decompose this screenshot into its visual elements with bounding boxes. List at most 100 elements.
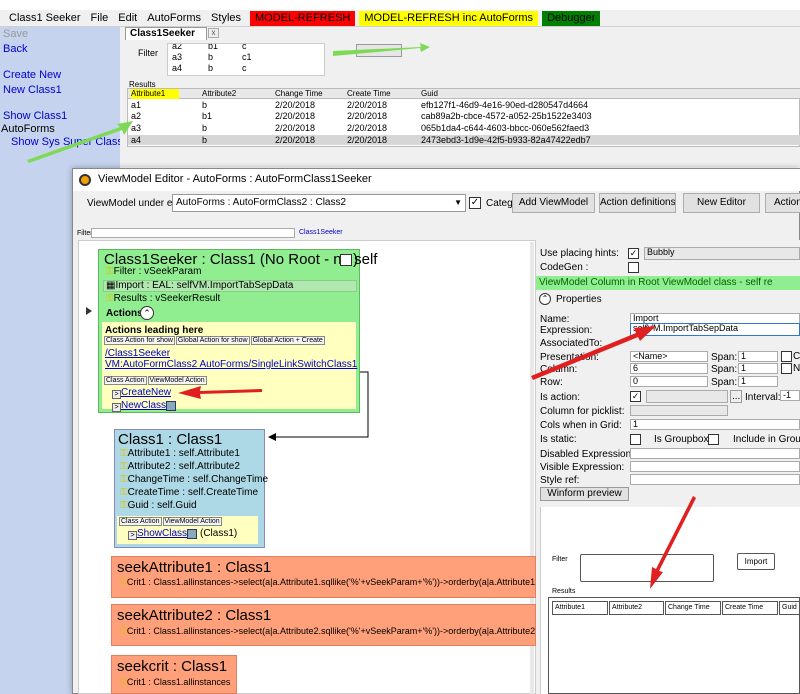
option-checkbox[interactable]	[781, 363, 792, 374]
span-input[interactable]: 1	[738, 363, 778, 374]
tab-class1seeker[interactable]: Class1Seeker	[125, 27, 207, 40]
placing-hints-checkbox[interactable]: ✓	[628, 248, 639, 259]
grid-header: Attribute1 Attribute2 Change Time Create…	[128, 89, 800, 99]
sidebar-show-class1[interactable]: Show Class1	[3, 110, 67, 122]
collapse-properties-icon[interactable]: ⌃	[539, 293, 551, 305]
span-input[interactable]: 1	[738, 351, 778, 362]
column-header[interactable]: Attribute1	[131, 89, 180, 99]
root-attr-filter[interactable]: ⚿Filter : vSeekParam	[106, 266, 201, 277]
class-action-for-show-button[interactable]: Class Action for show	[104, 336, 175, 345]
action-showclass1[interactable]: ShowClass1	[137, 528, 193, 539]
action-select[interactable]	[646, 390, 728, 403]
option-label: N	[793, 363, 800, 374]
table-row[interactable]: a1 b 2/20/2018 2/20/2018 efb127f1-46d9-4…	[128, 100, 800, 110]
is-groupbox-checkbox[interactable]	[708, 434, 719, 445]
menu-file[interactable]: File	[86, 11, 114, 26]
interval-input[interactable]: -1	[780, 390, 800, 401]
column-header[interactable]: Attribute2	[202, 89, 236, 99]
menu-class1-seeker[interactable]: Class1 Seeker	[4, 11, 86, 26]
self-checkbox[interactable]	[340, 254, 352, 266]
vm-under-edit-select[interactable]: AutoForms : AutoFormClass2 : Class2 ▼	[172, 194, 466, 212]
viewmodel-action-button[interactable]: ViewModel Action	[147, 376, 207, 385]
sidebar-create-new[interactable]: Create New	[3, 69, 61, 81]
style-ref-input[interactable]	[630, 474, 800, 485]
viewmodel-action-button[interactable]: ViewModel Action	[162, 517, 222, 526]
seekattribute1-crit[interactable]: ⚿Crit1 : Class1.allinstances->select(a|a…	[120, 577, 535, 588]
add-viewmodel-button[interactable]: Add ViewModel	[512, 193, 595, 213]
action-button[interactable]: Action	[765, 193, 800, 213]
span-input[interactable]: 1	[738, 376, 778, 387]
categ-checkbox[interactable]: ✓	[469, 197, 481, 209]
new-editor-button[interactable]: New Editor	[683, 193, 760, 213]
root-attr-results[interactable]: ⚿Results : vSeekerResult	[106, 293, 220, 304]
menu-autoforms[interactable]: AutoForms	[142, 11, 206, 26]
canvas-filter-input[interactable]	[91, 228, 295, 238]
column-header[interactable]: Guid	[421, 89, 438, 99]
action-newclass1[interactable]: NewClass1	[121, 400, 172, 411]
expression-input[interactable]: selfVM.ImportTabSepData	[630, 323, 800, 336]
class1-attr[interactable]: ⚿CreateTime : self.CreateTime	[120, 487, 258, 498]
menu-edit[interactable]: Edit	[113, 11, 142, 26]
expand-icon[interactable]: >	[112, 403, 121, 412]
model-refresh-inc-autoforms-button[interactable]: MODEL-REFRESH inc AutoForms	[359, 10, 539, 26]
link-class1seeker[interactable]: /Class1Seeker	[105, 348, 170, 359]
column-input[interactable]: 6	[630, 363, 708, 374]
winform-preview-button[interactable]: Winform preview	[540, 487, 629, 501]
root-attr-import[interactable]: ▦Import : EAL: selfVM.ImportTabSepData	[106, 280, 293, 291]
picklist-select[interactable]	[630, 405, 728, 416]
preview-filter-label: Filter	[552, 556, 568, 563]
class-action-button[interactable]: Class Action	[119, 517, 162, 526]
is-action-checkbox[interactable]: ✓	[630, 391, 641, 402]
menu-styles[interactable]: Styles	[206, 11, 246, 26]
seekcrit-crit[interactable]: ⚿Crit1 : Class1.allinstances	[120, 677, 230, 688]
global-action-for-show-button[interactable]: Global Action for show	[175, 336, 250, 345]
table-row-selected[interactable]: a4 b 2/20/2018 2/20/2018 2473ebd3-1d9e-4…	[128, 135, 800, 145]
preview-filter-box[interactable]	[580, 554, 714, 582]
sidebar-back[interactable]: Back	[3, 43, 27, 55]
debugger-button[interactable]: Debugger	[542, 10, 601, 26]
properties-label: Properties	[556, 294, 602, 305]
disabled-expression-input[interactable]	[630, 448, 800, 459]
table-row[interactable]: a2 b1 2/20/2018 2/20/2018 cab89a2b-cbce-…	[128, 111, 800, 121]
action-buttons-row: Class Action ViewModel Action	[104, 376, 208, 385]
action-definitions-button[interactable]: Action definitions	[599, 193, 676, 213]
viewmodel-icon[interactable]	[187, 529, 197, 539]
import-button[interactable]	[356, 44, 402, 57]
visible-expression-input[interactable]	[630, 461, 800, 472]
class-action-button[interactable]: Class Action	[104, 376, 147, 385]
table-row[interactable]: a3 b 2/20/2018 2/20/2018 065b1da4-c644-4…	[128, 123, 800, 133]
expand-icon[interactable]: >	[112, 390, 121, 399]
class1-attr[interactable]: ⚿ChangeTime : self.ChangeTime	[120, 474, 268, 485]
tab-close-icon[interactable]: x	[208, 28, 219, 38]
root-attr-results-text: Results : vSeekerResult	[113, 293, 221, 304]
filter-textarea[interactable]: a2 b1 c a3 b c1 a4 b c	[167, 43, 325, 76]
model-refresh-button[interactable]: MODEL-REFRESH	[250, 10, 356, 26]
presentation-input[interactable]: <Name>	[630, 351, 708, 362]
class1-attr[interactable]: ⚿Guid : self.Guid	[120, 500, 197, 511]
class1-attr[interactable]: ⚿Attribute2 : self.Attribute2	[120, 461, 240, 472]
action-createnew[interactable]: CreateNew	[121, 387, 171, 398]
class1-attr[interactable]: ⚿Attribute1 : self.Attribute1	[120, 448, 240, 459]
action-browse-button[interactable]: ...	[730, 390, 743, 403]
sidebar-save[interactable]: Save	[3, 28, 28, 40]
preview-import-button[interactable]: Import	[737, 553, 775, 570]
canvas-filter-link[interactable]: Class1Seeker	[299, 229, 343, 236]
viewmodel-icon[interactable]	[166, 401, 176, 411]
option-checkbox[interactable]	[781, 351, 792, 362]
global-action-create-button[interactable]: Global Action + Create	[250, 336, 325, 345]
cols-when-in-grid-input[interactable]: 1	[630, 419, 800, 430]
results-grid[interactable]: Attribute1 Attribute2 Change Time Create…	[127, 88, 800, 147]
sidebar-show-sys[interactable]: Show Sys Super Class	[11, 136, 123, 148]
seekattribute2-crit[interactable]: ⚿Crit1 : Class1.allinstances->select(a|a…	[120, 626, 535, 637]
expand-icon[interactable]: >	[128, 531, 137, 540]
sidebar-new-class1[interactable]: New Class1	[3, 84, 62, 96]
column-header[interactable]: Change Time	[275, 89, 323, 99]
vm-under-edit-label: ViewModel under edit:	[87, 198, 186, 209]
placing-hints-select[interactable]: Bubbly	[644, 247, 800, 260]
codegen-checkbox[interactable]	[628, 262, 639, 273]
row-input[interactable]: 0	[630, 376, 708, 387]
is-static-checkbox[interactable]	[630, 434, 641, 445]
link-singlelinkswitch[interactable]: VM:AutoFormClass2 AutoForms/SingleLinkSw…	[105, 359, 357, 370]
collapse-actions-icon[interactable]: ⌃	[140, 306, 154, 320]
column-header[interactable]: Create Time	[347, 89, 391, 99]
